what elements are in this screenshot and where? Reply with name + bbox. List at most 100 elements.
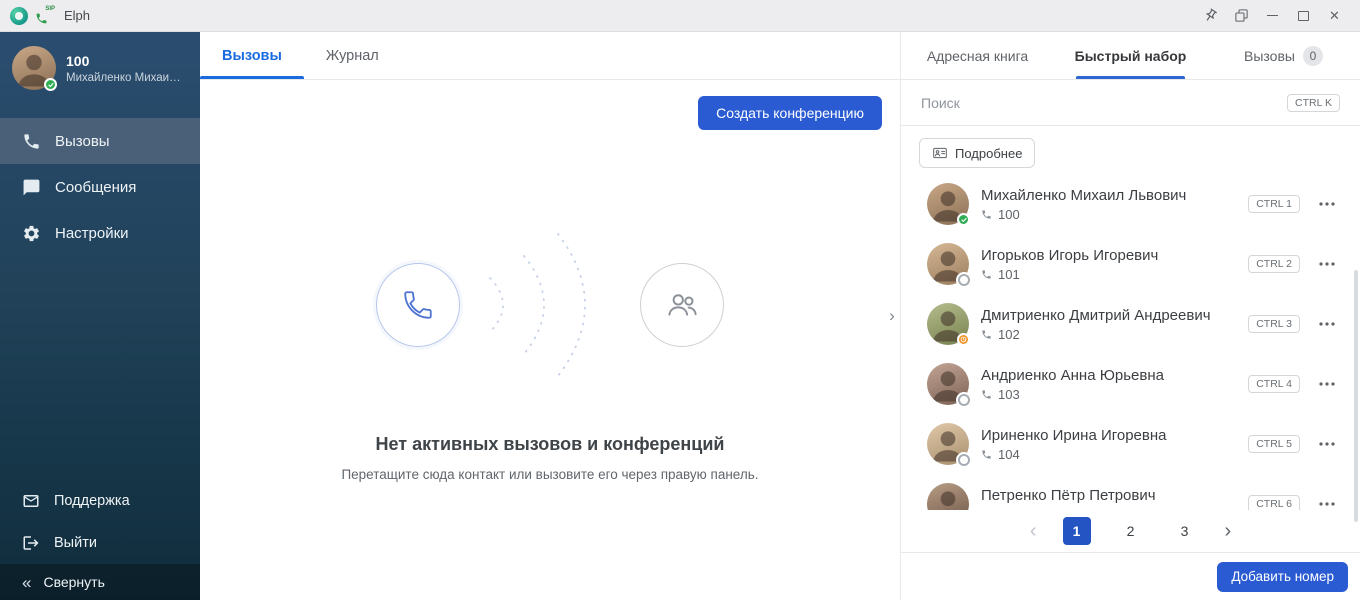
contact-number-row: 102 — [981, 327, 1211, 342]
app-logo-icon — [10, 7, 28, 25]
contact-row[interactable]: Дмитриенко Дмитрий Андреевич 102 CTRL 3 — [901, 294, 1360, 354]
search-input[interactable] — [921, 95, 1277, 111]
contact-avatar — [927, 363, 969, 405]
conference-circle — [640, 263, 724, 347]
sidebar-item-calls[interactable]: Вызовы — [0, 118, 200, 164]
sip-status-icon: SIP — [35, 6, 55, 26]
more-icon — [1319, 202, 1335, 206]
main-tabs: Вызовы Журнал — [200, 32, 900, 80]
contact-number: 101 — [998, 267, 1020, 282]
minimize-button[interactable] — [1257, 0, 1288, 32]
tab-calls[interactable]: Вызовы — [200, 32, 304, 79]
contact-shortcut-badge: CTRL 1 — [1248, 195, 1300, 213]
overlay-mode-button[interactable] — [1226, 0, 1257, 32]
more-icon — [1319, 322, 1335, 326]
search-shortcut-badge: CTRL K — [1287, 94, 1340, 112]
close-button[interactable]: ✕ — [1319, 0, 1350, 32]
status-online-icon — [957, 213, 970, 226]
right-panel: Адресная книга Быстрый набор Вызовы 0 CT… — [900, 32, 1360, 600]
pagination: ‹ 1 2 3 › — [901, 510, 1360, 552]
contact-more-button[interactable] — [1316, 193, 1338, 215]
status-away-icon — [957, 333, 970, 346]
calls-count-badge: 0 — [1303, 46, 1323, 66]
tab-label: Журнал — [326, 48, 379, 64]
tab-address-book[interactable]: Адресная книга — [901, 32, 1054, 79]
contact-more-button[interactable] — [1316, 373, 1338, 395]
contact-more-button[interactable] — [1316, 253, 1338, 275]
sidebar-item-settings[interactable]: Настройки — [0, 210, 200, 256]
contact-avatar — [927, 183, 969, 225]
maximize-button[interactable] — [1288, 0, 1319, 32]
contact-more-button[interactable] — [1316, 433, 1338, 455]
expand-panel-button[interactable]: › — [884, 304, 900, 328]
contact-number: 100 — [998, 207, 1020, 222]
call-circle — [376, 263, 460, 347]
user-info: 100 Михайленко Михаи… — [66, 53, 181, 84]
window-controls: ✕ — [1195, 0, 1350, 32]
contact-meta: Игорьков Игорь Игоревич 101 — [981, 247, 1158, 282]
contact-shortcut-badge: CTRL 2 — [1248, 255, 1300, 273]
status-offline-icon — [958, 454, 970, 466]
contact-actions: CTRL 4 — [1248, 373, 1338, 395]
tab-speed-dial[interactable]: Быстрый набор — [1054, 32, 1207, 79]
contact-shortcut-badge: CTRL 4 — [1248, 375, 1300, 393]
contact-meta: Ириненко Ирина Игоревна 104 — [981, 427, 1167, 462]
contact-meta: Андриенко Анна Юрьевна 103 — [981, 367, 1164, 402]
mail-icon — [22, 492, 40, 510]
more-icon — [1319, 262, 1335, 266]
maximize-icon — [1298, 11, 1309, 21]
contact-row[interactable]: Игорьков Игорь Игоревич 101 CTRL 2 — [901, 234, 1360, 294]
pagination-page-1[interactable]: 1 — [1063, 517, 1091, 545]
tab-calls-panel[interactable]: Вызовы 0 — [1207, 32, 1360, 79]
add-number-button[interactable]: Добавить номер — [1217, 562, 1348, 592]
details-button[interactable]: Подробнее — [919, 138, 1035, 168]
contact-number-row: 100 — [981, 207, 1186, 222]
sidebar: 100 Михайленко Михаи… Вызовы Сообщения Н… — [0, 32, 200, 600]
contact-avatar — [927, 303, 969, 345]
details-row: Подробнее — [901, 126, 1360, 174]
contact-shortcut-badge: CTRL 5 — [1248, 435, 1300, 453]
double-chevron-left-icon: « — [22, 574, 31, 591]
contact-more-button[interactable] — [1316, 313, 1338, 335]
sidebar-item-logout[interactable]: Выйти — [0, 522, 200, 564]
status-offline-icon — [958, 394, 970, 406]
user-name: Михайленко Михаи… — [66, 72, 181, 84]
pagination-prev-button[interactable]: ‹ — [1030, 521, 1037, 541]
contact-avatar — [927, 423, 969, 465]
app-window: SIP Elph ✕ 100 — [0, 0, 1360, 600]
status-offline-icon — [958, 274, 970, 286]
contact-number-row: 101 — [981, 267, 1158, 282]
collapse-label: Свернуть — [43, 574, 104, 590]
contact-number-row: 104 — [981, 447, 1167, 462]
collapse-sidebar-button[interactable]: « Свернуть — [0, 564, 200, 600]
empty-state-title: Нет активных вызовов и конференций — [376, 434, 725, 455]
pagination-page-2[interactable]: 2 — [1117, 517, 1145, 545]
contact-list: Михайленко Михаил Львович 100 CTRL 1 — [901, 174, 1360, 510]
scrollbar-thumb[interactable] — [1354, 270, 1358, 522]
titlebar-left: SIP Elph — [10, 6, 90, 26]
tab-label: Вызовы — [222, 48, 282, 64]
tab-label: Адресная книга — [927, 48, 1028, 64]
pin-button[interactable] — [1195, 0, 1226, 32]
pagination-next-button[interactable]: › — [1225, 521, 1232, 541]
close-icon: ✕ — [1329, 9, 1340, 22]
empty-state-subtitle: Перетащите сюда контакт или вызовите его… — [341, 467, 758, 482]
right-panel-tabs: Адресная книга Быстрый набор Вызовы 0 — [901, 32, 1360, 80]
contact-row[interactable]: Петренко Пётр Петрович 105 CTRL 6 — [901, 474, 1360, 510]
contact-row[interactable]: Михайленко Михаил Львович 100 CTRL 1 — [901, 174, 1360, 234]
contact-row[interactable]: Ириненко Ирина Игоревна 104 CTRL 5 — [901, 414, 1360, 474]
phone-small-icon — [981, 449, 992, 460]
tab-journal[interactable]: Журнал — [304, 32, 401, 79]
sidebar-item-support[interactable]: Поддержка — [0, 480, 200, 522]
chat-icon — [22, 178, 41, 197]
contact-name: Ириненко Ирина Игоревна — [981, 427, 1167, 444]
contact-actions: CTRL 5 — [1248, 433, 1338, 455]
contact-name: Петренко Пётр Петрович — [981, 487, 1156, 504]
main-area: Вызовы Журнал Создать конференцию — [200, 32, 900, 600]
user-profile[interactable]: 100 Михайленко Михаи… — [0, 32, 200, 102]
sidebar-item-messages[interactable]: Сообщения — [0, 164, 200, 210]
contact-more-button[interactable] — [1316, 493, 1338, 510]
contact-row[interactable]: Андриенко Анна Юрьевна 103 CTRL 4 — [901, 354, 1360, 414]
pagination-page-3[interactable]: 3 — [1171, 517, 1199, 545]
contact-number: 104 — [998, 447, 1020, 462]
